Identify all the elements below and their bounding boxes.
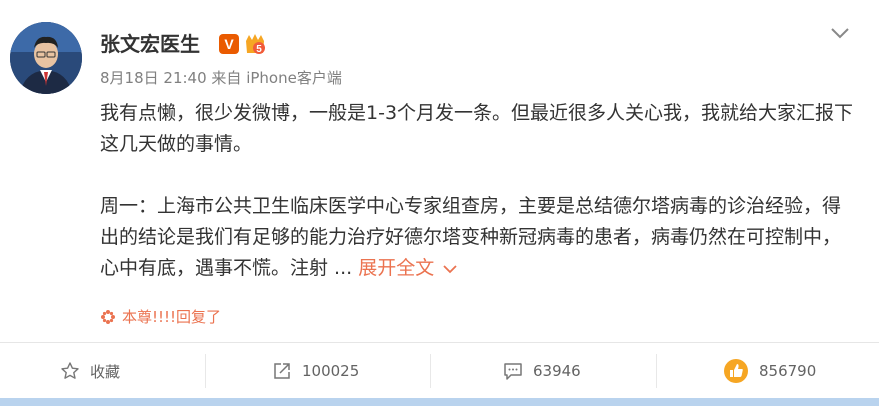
more-options-chevron-icon[interactable] — [830, 24, 850, 39]
post-meta: 8月18日 21:40 来自 iPhone客户端 — [100, 67, 342, 88]
reply-notice-text: 本尊!!!!回复了 — [122, 308, 222, 326]
thumbs-up-icon — [724, 359, 748, 383]
like-count: 856790 — [759, 362, 817, 380]
level-badge-icon: 5 — [242, 33, 268, 57]
weibo-post-card: 张文宏医生 V 5 8月18日 21:40 来自 iPhone客户端 我有点懒，… — [0, 0, 879, 406]
post-timestamp[interactable]: 8月18日 21:40 — [100, 69, 207, 87]
post-paragraph-2-text: 周一：上海市公共卫生临床医学中心专家组查房，主要是总结德尔塔病毒的诊治经验，得出… — [100, 195, 842, 279]
action-separator — [430, 354, 431, 388]
favorite-button[interactable]: 收藏 — [60, 358, 120, 384]
author-name[interactable]: 张文宏医生 — [100, 28, 200, 57]
author-avatar[interactable] — [10, 22, 82, 94]
page-bottom-strip — [0, 398, 879, 406]
expand-chevron-icon — [443, 264, 457, 273]
verified-badge-icon: V — [219, 34, 239, 54]
post-content: 我有点懒，很少发微博，一般是1-3个月发一条。但最近很多人关心我，我就给大家汇报… — [100, 98, 855, 284]
action-bar-divider — [0, 342, 879, 343]
repost-count: 100025 — [302, 362, 360, 380]
favorite-label: 收藏 — [90, 362, 121, 381]
expand-full-text-link[interactable]: 展开全文 — [358, 257, 458, 279]
expand-full-text-label: 展开全文 — [358, 257, 435, 279]
action-separator — [656, 354, 657, 388]
flower-icon — [101, 310, 115, 324]
repost-button[interactable]: 100025 — [272, 358, 359, 384]
post-paragraph-1: 我有点懒，很少发微博，一般是1-3个月发一条。但最近很多人关心我，我就给大家汇报… — [100, 102, 854, 155]
repost-icon — [274, 363, 290, 379]
level-badge-number: 5 — [256, 44, 262, 55]
author-reply-notice[interactable]: 本尊!!!!回复了 — [100, 306, 221, 327]
comment-count: 63946 — [533, 362, 581, 380]
star-icon — [61, 362, 79, 379]
post-paragraph-2: 周一：上海市公共卫生临床医学中心专家组查房，主要是总结德尔塔病毒的诊治经验，得出… — [100, 191, 855, 284]
post-source: 来自 iPhone客户端 — [211, 69, 342, 87]
like-button[interactable]: 856790 — [723, 358, 816, 384]
comment-icon — [504, 363, 522, 380]
comment-button[interactable]: 63946 — [503, 358, 581, 384]
action-separator — [205, 354, 206, 388]
